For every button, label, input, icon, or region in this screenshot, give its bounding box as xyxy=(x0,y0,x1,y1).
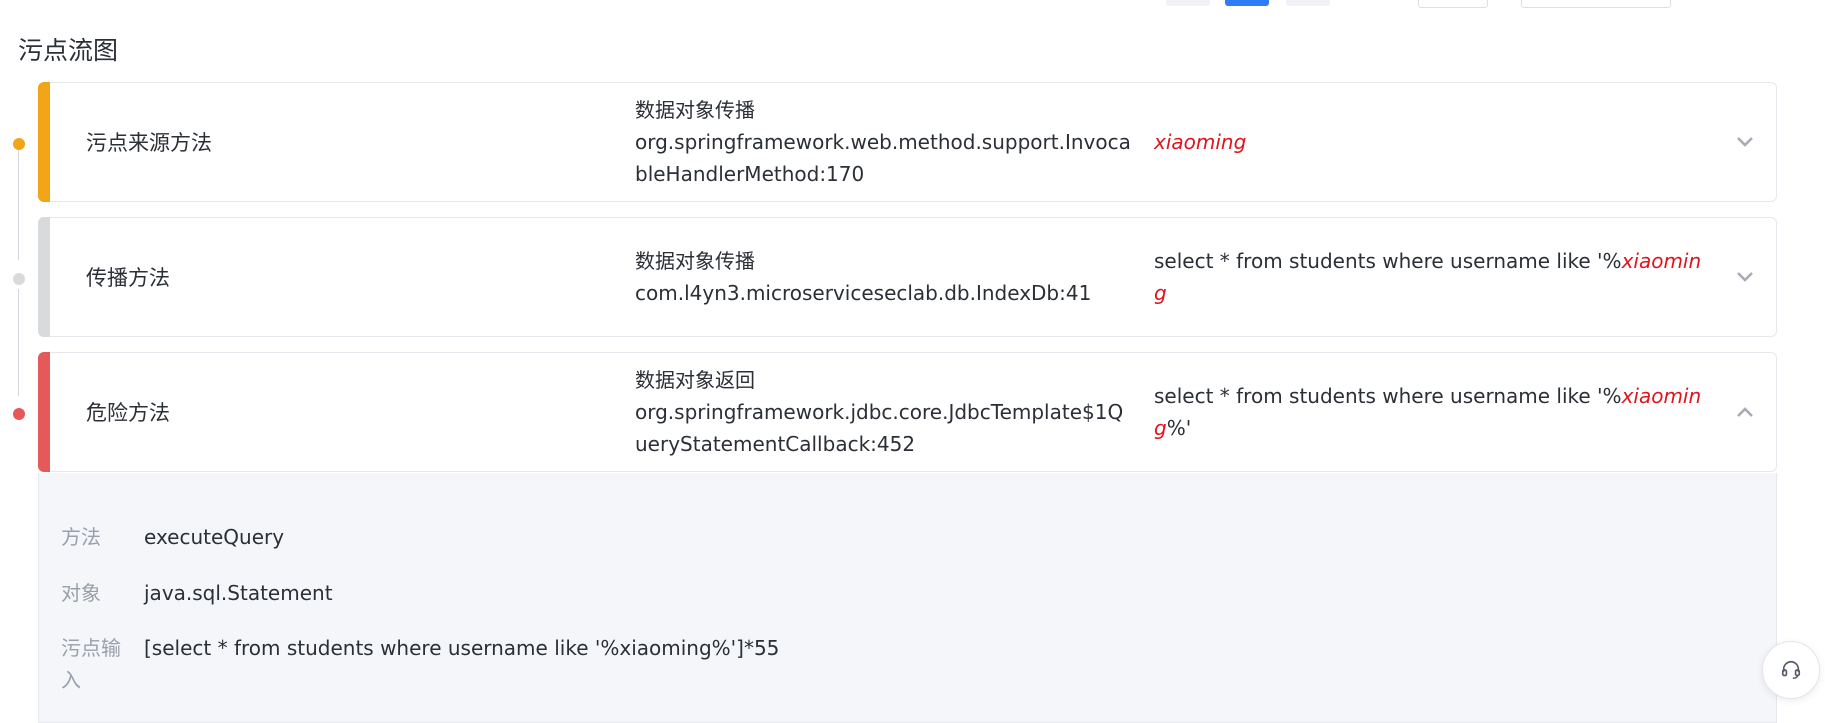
detail-object-value: java.sql.Statement xyxy=(144,581,333,605)
detail-input-label: 污点输入 xyxy=(61,636,121,692)
toolbar-select[interactable] xyxy=(1521,0,1671,8)
pager-prev-button[interactable] xyxy=(1166,0,1210,6)
node-color-bar xyxy=(38,352,50,472)
detail-input-value: [select * from students where username l… xyxy=(144,636,780,660)
node-type-label: 危险方法 xyxy=(86,401,170,425)
flow-node-card[interactable]: 危险方法 数据对象返回 org.springframework.jdbc.cor… xyxy=(38,352,1777,472)
node-prop-location: org.springframework.web.method.support.I… xyxy=(635,130,1131,186)
node-value: select * from students where username li… xyxy=(1154,218,1704,336)
chevron-down-icon[interactable] xyxy=(1736,83,1754,201)
node-prop-title: 数据对象返回 xyxy=(635,368,755,392)
section-title: 污点流图 xyxy=(18,36,119,65)
node-value-taint: xiaoming xyxy=(1154,130,1247,154)
pager-current-button[interactable] xyxy=(1225,0,1269,6)
node-detail-panel: 方法 executeQuery 对象 java.sql.Statement 污点… xyxy=(38,473,1777,723)
top-controls xyxy=(0,0,1825,8)
node-propagation: 数据对象传播 org.springframework.web.method.su… xyxy=(635,83,1135,201)
chevron-up-icon[interactable] xyxy=(1736,353,1754,471)
timeline-dot-sink xyxy=(13,408,25,420)
node-value: select * from students where username li… xyxy=(1154,353,1704,471)
flow-node-card[interactable]: 污点来源方法 数据对象传播 org.springframework.web.me… xyxy=(38,82,1777,202)
node-value-suffix: %' xyxy=(1166,416,1192,440)
node-propagation: 数据对象返回 org.springframework.jdbc.core.Jdb… xyxy=(635,353,1135,471)
timeline-dot-propagation xyxy=(13,273,25,285)
detail-method-value: executeQuery xyxy=(144,525,285,549)
node-value-plain: select * from students where username li… xyxy=(1154,384,1622,408)
node-prop-location: com.l4yn3.microserviceseclab.db.IndexDb:… xyxy=(635,281,1092,305)
node-prop-title: 数据对象传播 xyxy=(635,249,755,273)
node-value: xiaoming xyxy=(1154,83,1704,201)
node-type-label: 污点来源方法 xyxy=(86,131,212,155)
detail-object-label: 对象 xyxy=(61,581,101,605)
timeline-connector xyxy=(18,289,19,396)
node-color-bar xyxy=(38,82,50,202)
node-propagation: 数据对象传播 com.l4yn3.microserviceseclab.db.I… xyxy=(635,218,1135,336)
pager-next-button[interactable] xyxy=(1286,0,1330,6)
timeline-dot-source xyxy=(13,138,25,150)
node-prop-title: 数据对象传播 xyxy=(635,98,755,122)
flow-node-card[interactable]: 传播方法 数据对象传播 com.l4yn3.microserviceseclab… xyxy=(38,217,1777,337)
node-type-label: 传播方法 xyxy=(86,266,170,290)
chevron-down-icon[interactable] xyxy=(1736,218,1754,336)
timeline-connector xyxy=(18,150,19,260)
detail-method-label: 方法 xyxy=(61,525,101,549)
headset-icon[interactable] xyxy=(1762,641,1820,699)
node-color-bar xyxy=(38,217,50,337)
toolbar-button[interactable] xyxy=(1418,0,1488,8)
node-prop-location: org.springframework.jdbc.core.JdbcTempla… xyxy=(635,400,1124,456)
node-value-plain: select * from students where username li… xyxy=(1154,249,1622,273)
